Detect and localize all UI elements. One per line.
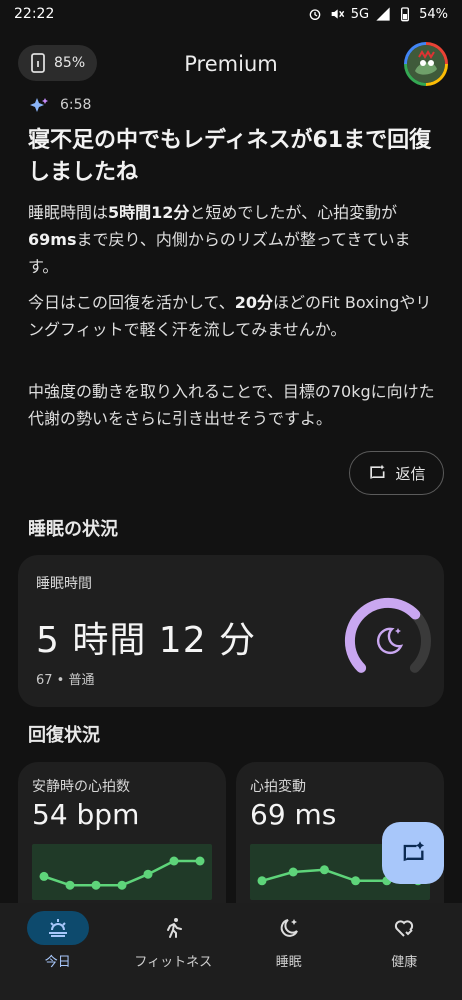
message-paragraph-2: 今日はこの回復を活かして、20分ほどのFit Boxingやリングフィットで軽く… [28,293,432,339]
battery-percent: 54% [419,6,448,22]
nav-today[interactable]: 今日 [0,903,116,1000]
chat-sparkle-icon [403,841,425,862]
message-time: 6:58 [60,97,92,113]
message-paragraph-3: 中強度の動きを取り入れることで、目標の70kgに向けた代謝の勢いをさらに引き出せ… [28,382,435,428]
resting-hr-trend-chart [32,844,212,900]
message-header: 6:58 [30,97,91,113]
resting-hr-trend-point [169,856,179,866]
device-battery-chip[interactable]: 85% [18,45,98,81]
sleep-card[interactable]: 睡眠時間 5 時間 12 分 67 • 普通 [18,555,444,707]
sleep-card-label: 睡眠時間 [36,576,92,592]
status-icons: 5G 54% [307,6,448,22]
resting-hr-label: 安静時の心拍数 [32,779,130,795]
nav-sleep-label: 睡眠 [275,955,302,970]
nav-sleep[interactable]: 睡眠 [231,903,347,1000]
moon-icon [377,627,404,655]
new-chat-fab[interactable] [382,822,444,884]
resting-hr-trend-point [39,871,49,881]
hrv-trend-point [319,865,329,875]
resting-hr-chart-bg [32,844,212,900]
nav-sleep-pill [258,911,320,945]
bottom-navigation: 今日 フィットネス 睡眠 健康 [0,903,462,1000]
app-top-bar: 85% Premium [0,38,462,90]
resting-hr-trend-point [117,880,127,890]
hrv-trend-point [257,876,267,886]
resting-hr-trend-point [91,880,101,890]
nav-health[interactable]: 健康 [347,903,462,1000]
scroll-content[interactable]: 6:58 寝不足の中でもレディネスが61まで回復しましたね 睡眠時間は5時間12… [0,95,462,903]
avatar[interactable] [404,42,448,86]
nav-fitness-pill [142,911,204,945]
watch-battery-icon [31,53,45,73]
avatar-image [407,45,445,83]
resting-hr-trend-point [143,869,153,879]
sunrise-icon [48,919,67,937]
page-title: Premium [184,52,278,76]
hrv-value: 69 ms [250,798,337,831]
network-type: 5G [350,6,370,22]
resting-hr-trend-point [195,856,205,866]
nav-today-label: 今日 [44,955,71,970]
message-headline: 寝不足の中でもレディネスが61まで回復しましたね [28,128,432,185]
sleep-score-gauge [344,597,431,673]
nav-today-pill [26,911,89,945]
device-battery-value: 85% [54,55,86,71]
nav-health-label: 健康 [391,955,418,970]
status-time: 22:22 [14,6,55,22]
reply-label: 返信 [395,465,426,483]
sleep-section-title: 睡眠の状況 [28,519,118,540]
nav-fitness[interactable]: フィットネス [116,903,232,1000]
message-paragraph-1: 睡眠時間は5時間12分と短めでしたが、心拍変動が69msまで戻り、内側からのリズ… [28,203,411,276]
resting-hr-trend-point [65,880,75,890]
hrv-label: 心拍変動 [250,779,306,795]
mute-icon [331,9,344,19]
reply-icon [370,464,385,479]
nav-fitness-label: フィットネス [134,955,213,970]
sleep-duration: 5 時間 12 分 [36,620,257,661]
hrv-trend-point [288,867,298,877]
sleep-score: 67 • 普通 [36,673,95,688]
recovery-section-title: 回復状況 [28,725,100,746]
reply-button[interactable]: 返信 [349,451,444,495]
resting-hr-value: 54 bpm [32,798,140,831]
battery-icon [401,7,410,22]
nav-health-pill [373,911,435,945]
heart-check-icon [395,920,414,937]
status-bar: 22:22 5G 54% [0,0,462,28]
sparkle-icon [30,98,48,112]
signal-icon [376,7,390,21]
moon-icon [280,919,298,937]
running-icon [167,918,183,938]
alarm-icon [309,9,321,20]
resting-hr-card[interactable]: 安静時の心拍数 54 bpm [18,762,226,903]
hrv-trend-point [351,876,361,886]
